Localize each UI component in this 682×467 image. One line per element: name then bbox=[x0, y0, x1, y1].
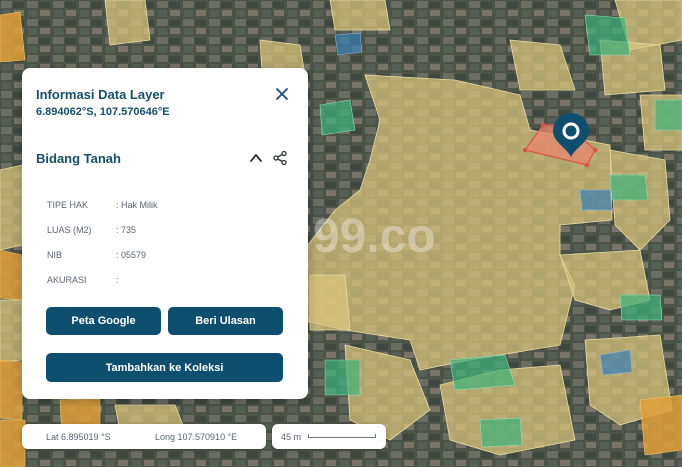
watermark: 99.co bbox=[313, 210, 436, 263]
info-panel: Informasi Data Layer 6.894062°S, 107.570… bbox=[22, 68, 308, 399]
latitude-readout: Lat 6.895019 °S bbox=[46, 432, 111, 442]
section-title: Bidang Tanah bbox=[36, 151, 121, 166]
scale-label: 45 m bbox=[281, 432, 302, 442]
attribute-key: LUAS (M2) bbox=[47, 225, 92, 235]
attribute-key: AKURASI bbox=[47, 275, 87, 285]
panel-coordinates: 6.894062°S, 107.570646°E bbox=[36, 106, 170, 118]
scale-line bbox=[308, 434, 376, 438]
attribute-value: : 735 bbox=[116, 225, 137, 235]
attribute-value: : 05579 bbox=[116, 250, 147, 260]
attribute-key: TIPE HAK bbox=[47, 200, 89, 210]
attribute-value: : bbox=[116, 275, 119, 285]
attribute-key: NIB bbox=[47, 250, 63, 260]
share-icon[interactable] bbox=[272, 150, 288, 166]
coordinate-bar: Lat 6.895019 °S Long 107.570910 °E bbox=[22, 424, 266, 449]
longitude-readout: Long 107.570910 °E bbox=[155, 432, 238, 442]
google-map-button[interactable]: Peta Google bbox=[46, 307, 161, 335]
chevron-up-icon[interactable] bbox=[249, 151, 263, 163]
close-icon[interactable] bbox=[274, 86, 290, 102]
review-button[interactable]: Beri Ulasan bbox=[168, 307, 283, 335]
scale-bar: 45 m bbox=[272, 424, 386, 449]
panel-title: Informasi Data Layer bbox=[36, 87, 165, 102]
add-collection-button[interactable]: Tambahkan ke Koleksi bbox=[46, 353, 283, 382]
attribute-value: : Hak Milik bbox=[116, 200, 158, 210]
